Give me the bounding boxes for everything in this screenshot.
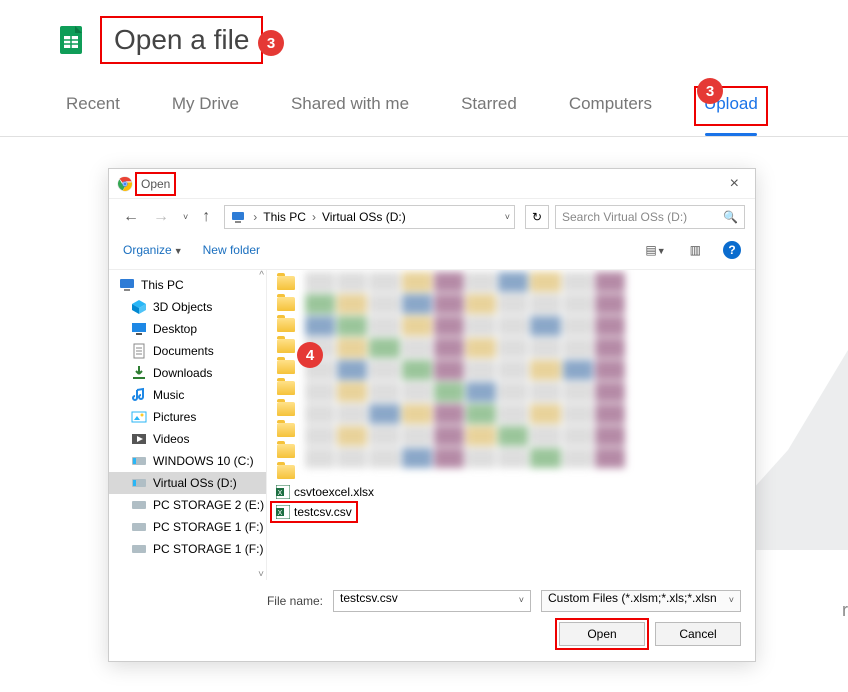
search-placeholder: Search Virtual OSs (D:)	[562, 210, 687, 224]
tree-item-ps1b[interactable]: PC STORAGE 1 (F:)	[109, 538, 266, 560]
pc-icon	[231, 210, 245, 224]
downloads-icon	[131, 365, 147, 381]
file-label: testcsv.csv	[294, 505, 352, 519]
tree-scroll-down-icon[interactable]: ˅	[258, 569, 264, 580]
tree-item-label: Documents	[153, 344, 214, 358]
search-input[interactable]: Search Virtual OSs (D:) 🔍	[555, 205, 745, 229]
nav-up-icon[interactable]: ↑	[198, 208, 214, 226]
file-open-dialog: Open × 4 ← → ˅ ↑ › This PC › Virtual OSs…	[108, 168, 756, 662]
tree-item-label: PC STORAGE 1 (F:)	[153, 542, 263, 556]
tree-item-desktop[interactable]: Desktop	[109, 318, 266, 340]
tree-item-label: This PC	[141, 278, 184, 292]
file-label: csvtoexcel.xlsx	[294, 485, 374, 499]
documents-icon	[131, 343, 147, 359]
open-button[interactable]: Open	[559, 622, 645, 646]
nav-recent-dropdown[interactable]: ˅	[179, 212, 192, 222]
tree-item-videos[interactable]: Videos	[109, 428, 266, 450]
dialog-title: Open	[139, 176, 172, 192]
tab-recent[interactable]: Recent	[60, 90, 126, 122]
page-title: Open a file	[104, 20, 259, 60]
file-row-testcsv[interactable]: X testcsv.csv	[273, 504, 355, 520]
new-folder-button[interactable]: New folder	[203, 243, 260, 257]
ps1-icon	[131, 519, 147, 535]
folder-tree: ^ This PC 3D Objects Desktop Documents Downl…	[109, 270, 267, 580]
filename-input[interactable]: testcsv.csv ˅	[333, 590, 531, 612]
tree-item-label: Downloads	[153, 366, 212, 380]
google-sheets-icon	[60, 26, 82, 54]
preview-pane-icon[interactable]: ▥	[688, 243, 703, 257]
crumb-sep-icon: ›	[249, 210, 261, 224]
tree-item-label: Videos	[153, 432, 189, 446]
close-icon[interactable]: ×	[722, 175, 747, 193]
annotation-badge-3b: 3	[697, 78, 723, 104]
music-icon	[131, 387, 147, 403]
search-icon: 🔍	[723, 210, 738, 224]
tree-item-label: WINDOWS 10 (C:)	[153, 454, 254, 468]
nav-forward-icon[interactable]: →	[149, 208, 173, 226]
desktop-icon	[131, 321, 147, 337]
tree-item-ps2[interactable]: PC STORAGE 2 (E:)	[109, 494, 266, 516]
folder-icons-column	[277, 276, 295, 479]
file-row-csvtoexcel[interactable]: X csvtoexcel.xlsx	[273, 484, 377, 500]
tree-item-documents[interactable]: Documents	[109, 340, 266, 362]
tab-my-drive[interactable]: My Drive	[166, 90, 245, 122]
tree-item-3d[interactable]: 3D Objects	[109, 296, 266, 318]
3d-icon	[131, 299, 147, 315]
file-type-filter[interactable]: Custom Files (*.xlsm;*.xls;*.xlsn ˅	[541, 590, 741, 612]
tree-item-label: Virtual OSs (D:)	[153, 476, 237, 490]
chrome-icon	[117, 176, 133, 192]
excel-icon: X	[276, 485, 290, 499]
ps2-icon	[131, 497, 147, 513]
tab-computers[interactable]: Computers	[563, 90, 658, 122]
picker-tabs: Recent My Drive Shared with me Starred C…	[0, 70, 848, 137]
svg-text:X: X	[278, 490, 283, 497]
tree-item-label: Music	[153, 388, 184, 402]
blurred-thumbnails	[305, 272, 625, 472]
tree-item-voss[interactable]: Virtual OSs (D:)	[109, 472, 266, 494]
tree-item-label: PC STORAGE 1 (F:)	[153, 520, 263, 534]
voss-icon	[131, 475, 147, 491]
organize-menu[interactable]: Organize▼	[123, 243, 183, 257]
tree-item-music[interactable]: Music	[109, 384, 266, 406]
pictures-icon	[131, 409, 147, 425]
nav-back-icon[interactable]: ←	[119, 208, 143, 226]
tree-item-downloads[interactable]: Downloads	[109, 362, 266, 384]
tab-shared-with-me[interactable]: Shared with me	[285, 90, 415, 122]
crumb-dropdown-icon[interactable]: ˅	[505, 212, 510, 222]
filter-label: Custom Files (*.xlsm;*.xls;*.xlsn	[548, 591, 717, 605]
ps1b-icon	[131, 541, 147, 557]
filename-label: File name:	[123, 594, 323, 608]
tree-item-win10[interactable]: WINDOWS 10 (C:)	[109, 450, 266, 472]
tab-starred[interactable]: Starred	[455, 90, 523, 122]
tree-item-thispc[interactable]: This PC	[109, 274, 266, 296]
annotation-badge-3a: 3	[258, 30, 284, 56]
annotation-badge-4: 4	[297, 342, 323, 368]
filename-dropdown-icon[interactable]: ˅	[519, 595, 524, 605]
filter-dropdown-icon[interactable]: ˅	[729, 595, 734, 605]
win10-icon	[131, 453, 147, 469]
file-list[interactable]: X csvtoexcel.xlsx X testcsv.csv 5	[267, 270, 755, 580]
thispc-icon	[119, 277, 135, 293]
tree-scroll-up-icon[interactable]: ^	[259, 270, 264, 281]
tree-item-label: Desktop	[153, 322, 197, 336]
tree-item-ps1[interactable]: PC STORAGE 1 (F:)	[109, 516, 266, 538]
breadcrumb[interactable]: › This PC › Virtual OSs (D:) ˅	[224, 205, 515, 229]
crumb-current-folder[interactable]: Virtual OSs (D:)	[320, 210, 408, 224]
help-icon[interactable]: ?	[723, 241, 741, 259]
tree-item-label: 3D Objects	[153, 300, 212, 314]
tree-item-pictures[interactable]: Pictures	[109, 406, 266, 428]
videos-icon	[131, 431, 147, 447]
tree-item-label: Pictures	[153, 410, 196, 424]
crumb-this-pc[interactable]: This PC	[261, 210, 308, 224]
crumb-sep-icon: ›	[308, 210, 320, 224]
view-mode-icon[interactable]: ▤▼	[643, 243, 667, 257]
filename-value: testcsv.csv	[340, 591, 398, 605]
excel-icon: X	[276, 505, 290, 519]
refresh-icon[interactable]: ↻	[525, 205, 549, 229]
tree-item-label: PC STORAGE 2 (E:)	[153, 498, 264, 512]
cancel-button[interactable]: Cancel	[655, 622, 741, 646]
background-partial-text: re	[842, 600, 848, 621]
svg-text:X: X	[278, 510, 283, 517]
